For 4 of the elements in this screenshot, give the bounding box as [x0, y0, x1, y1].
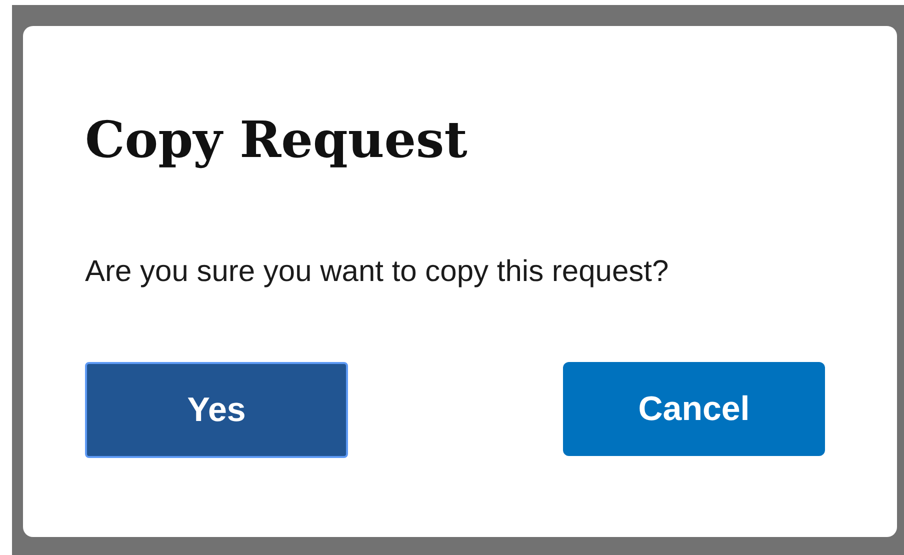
dialog-title: Copy Request [85, 109, 468, 171]
confirm-button[interactable]: Yes [85, 362, 348, 458]
cancel-button[interactable]: Cancel [563, 362, 825, 456]
dialog-message: Are you sure you want to copy this request? [85, 254, 669, 290]
